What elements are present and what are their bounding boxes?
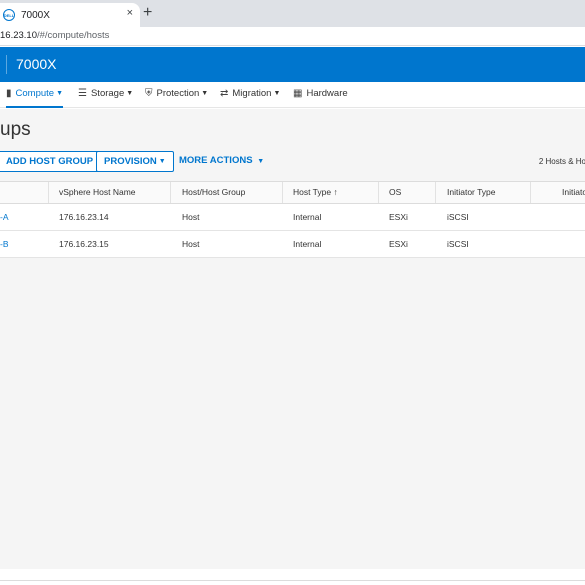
- column-host-group[interactable]: Host/Host Group: [182, 182, 245, 203]
- initiator-type: iSCSI: [447, 212, 469, 222]
- more-actions-label: MORE ACTIONS: [179, 155, 253, 166]
- provision-label: PROVISION: [104, 156, 157, 167]
- footer-divider: [0, 580, 585, 581]
- migration-icon: ⇄: [220, 88, 229, 99]
- column-os[interactable]: OS: [389, 182, 401, 203]
- host-type: Internal: [293, 212, 322, 222]
- column-divider: [378, 182, 379, 203]
- host-name-link[interactable]: -B: [0, 231, 9, 257]
- chevron-down-icon: ▼: [257, 158, 265, 165]
- close-tab-icon[interactable]: ×: [127, 7, 133, 19]
- host-type: Internal: [293, 239, 322, 249]
- chevron-down-icon: ▼: [273, 90, 281, 97]
- nav-migration[interactable]: ⇄ Migration ▼: [220, 88, 280, 108]
- main-content: ups ADD HOST GROUP PROVISION ▼ MORE ACTI…: [0, 109, 585, 569]
- vsphere-host-name: 176.16.23.14: [59, 212, 109, 222]
- os: ESXi: [389, 212, 408, 222]
- app-header: 7000X: [0, 47, 585, 82]
- initiator-type: iSCSI: [447, 239, 469, 249]
- nav-compute-label: Compute: [15, 88, 55, 99]
- host-group: Host: [182, 212, 200, 222]
- nav-hardware[interactable]: ▦ Hardware: [293, 88, 348, 108]
- table-header: vSphere Host Name Host/Host Group Host T…: [0, 181, 585, 204]
- nav-protection[interactable]: ⛨ Protection ▼: [145, 88, 208, 108]
- app-title: 7000X: [16, 56, 57, 72]
- column-host-type[interactable]: Host Type ↑: [293, 182, 338, 203]
- provision-button[interactable]: PROVISION ▼: [96, 151, 174, 172]
- column-divider: [435, 182, 436, 203]
- table-row[interactable]: -B 176.16.23.15 Host Internal ESXi iSCSI: [0, 231, 585, 258]
- os: ESXi: [389, 239, 408, 249]
- url-path: /#/compute/hosts: [36, 30, 110, 41]
- hosts-table: vSphere Host Name Host/Host Group Host T…: [0, 181, 585, 258]
- hardware-icon: ▦: [293, 88, 303, 99]
- table-row[interactable]: -A 176.16.23.14 Host Internal ESXi iSCSI: [0, 204, 585, 231]
- add-host-group-button[interactable]: ADD HOST GROUP: [0, 151, 102, 172]
- dell-logo-icon: DELL: [3, 9, 15, 21]
- column-initiator[interactable]: Initiato: [562, 182, 585, 203]
- column-divider: [530, 182, 531, 203]
- address-bar[interactable]: 16.23.10/#/compute/hosts: [0, 27, 585, 46]
- tab-title: 7000X: [21, 9, 50, 21]
- url-text: 16.23.10/#/compute/hosts: [0, 30, 109, 41]
- server-icon: ▮: [6, 88, 12, 99]
- column-vsphere-host-name[interactable]: vSphere Host Name: [59, 182, 136, 203]
- host-name-link[interactable]: -A: [0, 204, 9, 230]
- main-nav: ▮ Compute ▼ ☰ Storage ▼ ⛨ Protection ▼ ⇄…: [0, 82, 585, 108]
- browser-tab-strip: DELL 7000X × +: [0, 0, 585, 27]
- more-actions-button[interactable]: MORE ACTIONS ▼: [179, 155, 264, 166]
- host-group: Host: [182, 239, 200, 249]
- nav-storage[interactable]: ☰ Storage ▼: [78, 88, 133, 108]
- new-tab-button[interactable]: +: [143, 4, 152, 22]
- shield-icon: ⛨: [145, 88, 153, 99]
- url-host: 16.23.10: [0, 30, 37, 41]
- nav-hardware-label: Hardware: [306, 88, 348, 99]
- nav-protection-label: Protection: [156, 88, 200, 99]
- nav-storage-label: Storage: [90, 88, 125, 99]
- column-divider: [282, 182, 283, 203]
- column-initiator-type[interactable]: Initiator Type: [447, 182, 496, 203]
- nav-compute[interactable]: ▮ Compute ▼: [6, 88, 64, 108]
- vsphere-host-name: 176.16.23.15: [59, 239, 109, 249]
- chevron-down-icon: ▼: [56, 90, 64, 97]
- browser-tab[interactable]: DELL 7000X ×: [0, 3, 140, 27]
- chevron-down-icon: ▼: [201, 90, 209, 97]
- header-divider: [6, 55, 7, 74]
- chevron-down-icon: ▼: [158, 158, 166, 165]
- page-title: ups: [0, 119, 31, 140]
- nav-migration-label: Migration: [232, 88, 272, 99]
- database-icon: ☰: [78, 88, 87, 99]
- column-divider: [170, 182, 171, 203]
- chevron-down-icon: ▼: [126, 90, 134, 97]
- column-divider: [48, 182, 49, 203]
- host-count: 2 Hosts & Ho: [538, 157, 585, 166]
